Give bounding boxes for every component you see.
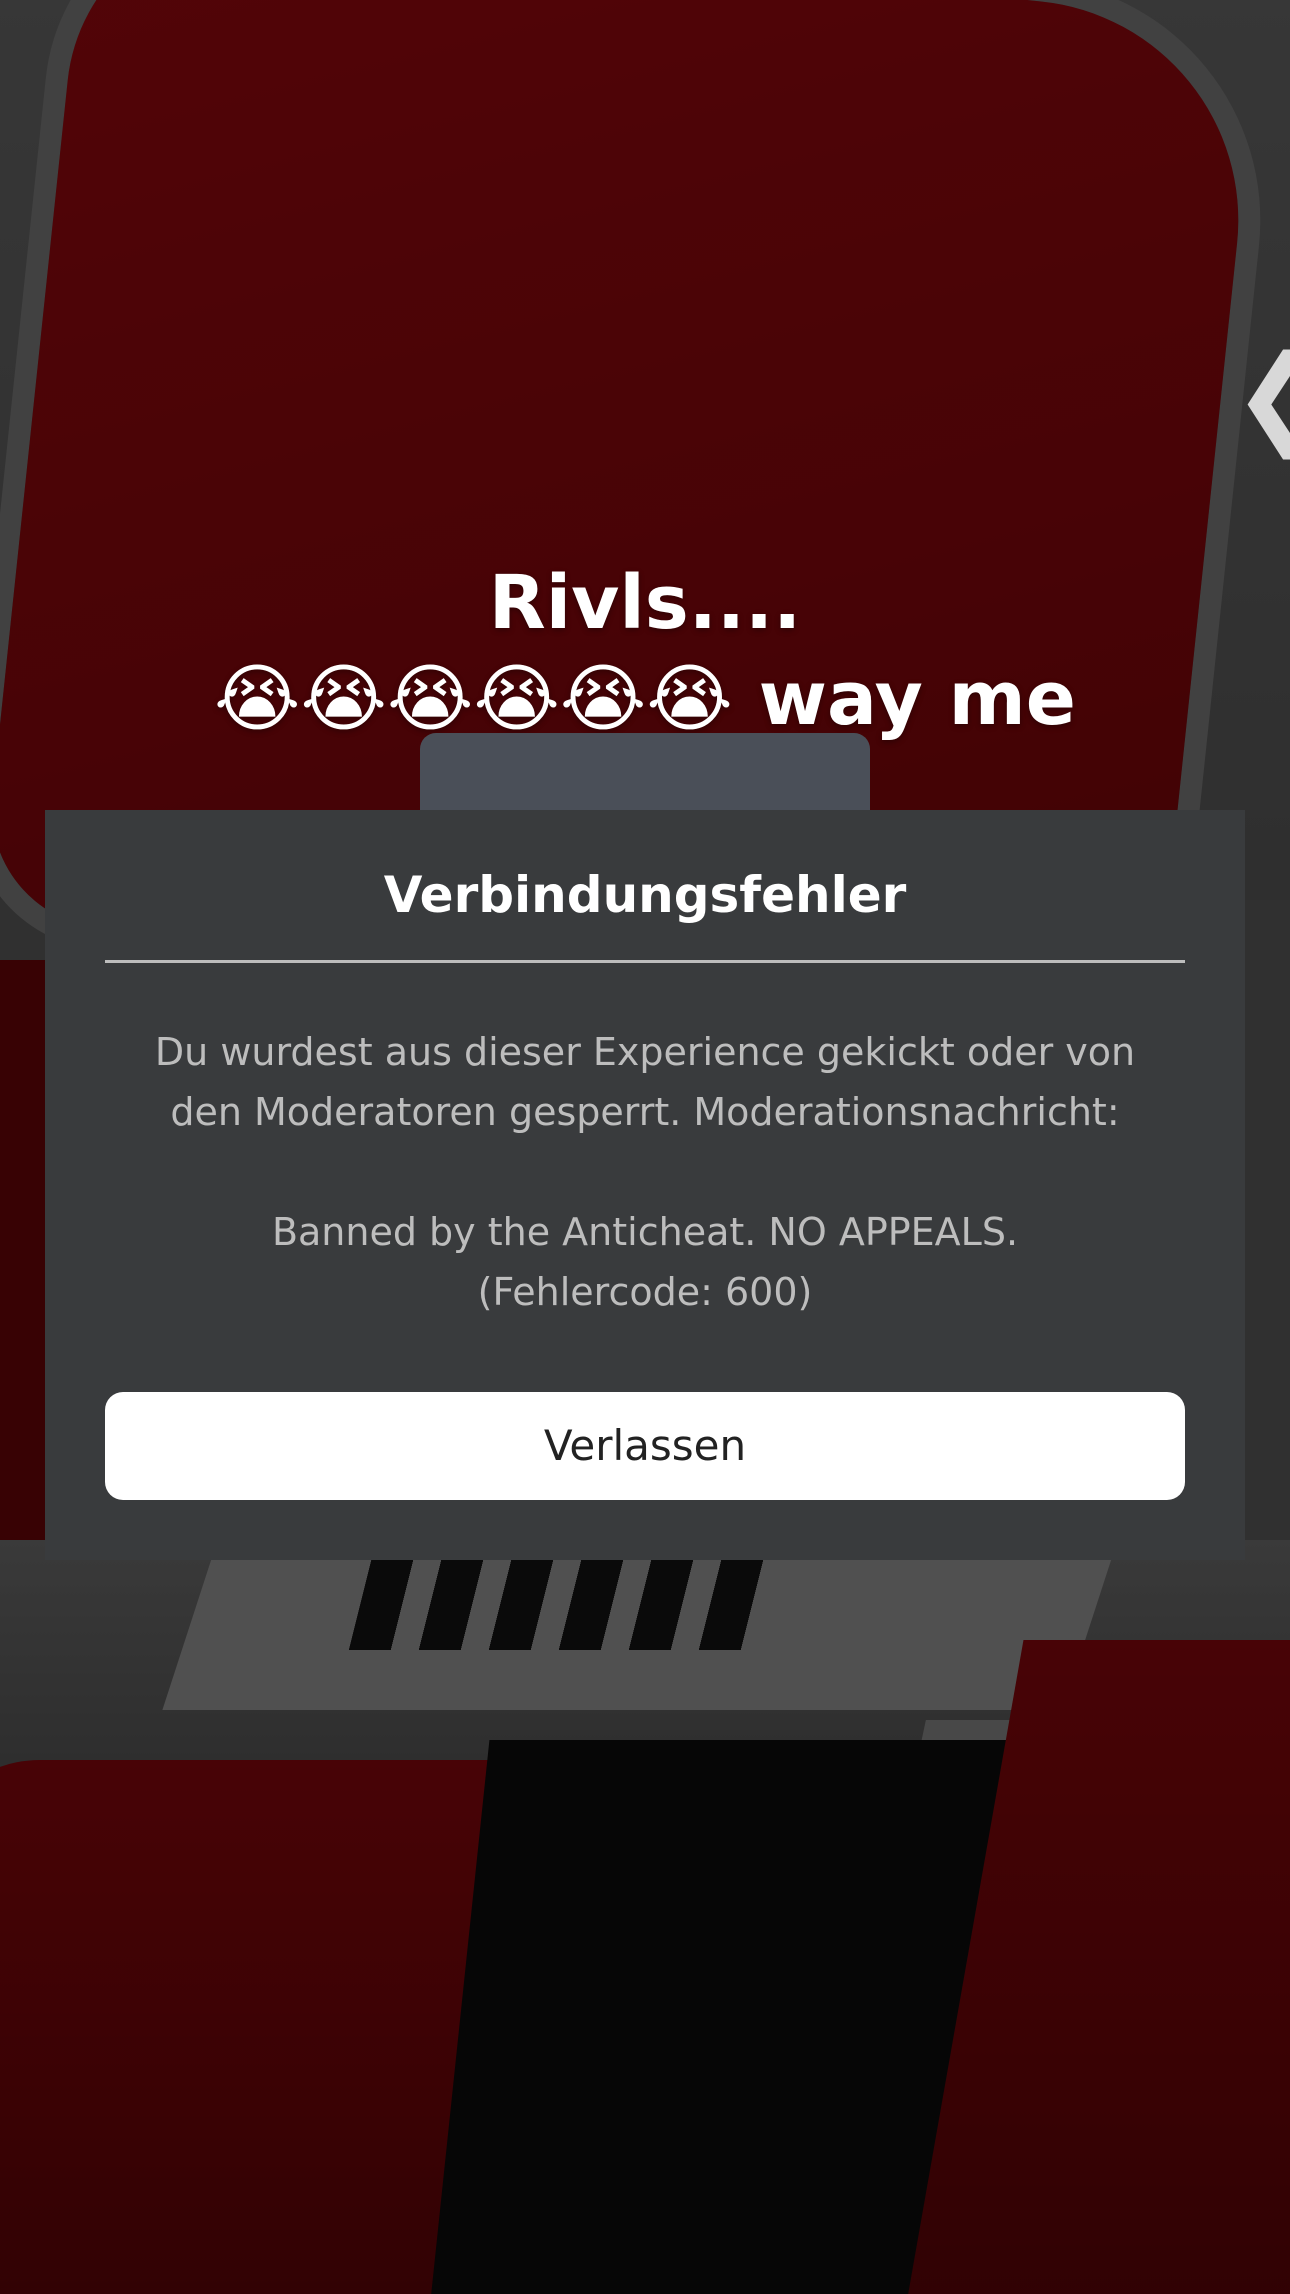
dialog-message-gap <box>85 1142 1205 1202</box>
caption-line-1: Rivls.... <box>488 560 802 646</box>
video-caption: Rivls.... 😭😭😭😭😭😭 way me <box>0 555 1290 747</box>
dialog-error-code: (Fehlercode: 600) <box>477 1270 813 1314</box>
dialog-message-line-2: den Moderatoren gesperrt. Moderationsnac… <box>170 1090 1120 1134</box>
dialog-message: Du wurdest aus dieser Experience gekickt… <box>85 1022 1205 1322</box>
dialog-title: Verbindungsfehler <box>383 866 907 924</box>
dialog-message-line-1: Du wurdest aus dieser Experience gekickt… <box>154 1030 1136 1074</box>
back-chevron-icon[interactable]: ❮ <box>1232 340 1290 450</box>
leave-button[interactable]: Verlassen <box>105 1392 1185 1500</box>
dialog-divider <box>105 960 1185 963</box>
error-dialog: Verbindungsfehler Du wurdest aus dieser … <box>45 810 1245 1560</box>
dialog-message-line-3: Banned by the Anticheat. NO APPEALS. <box>271 1210 1019 1254</box>
